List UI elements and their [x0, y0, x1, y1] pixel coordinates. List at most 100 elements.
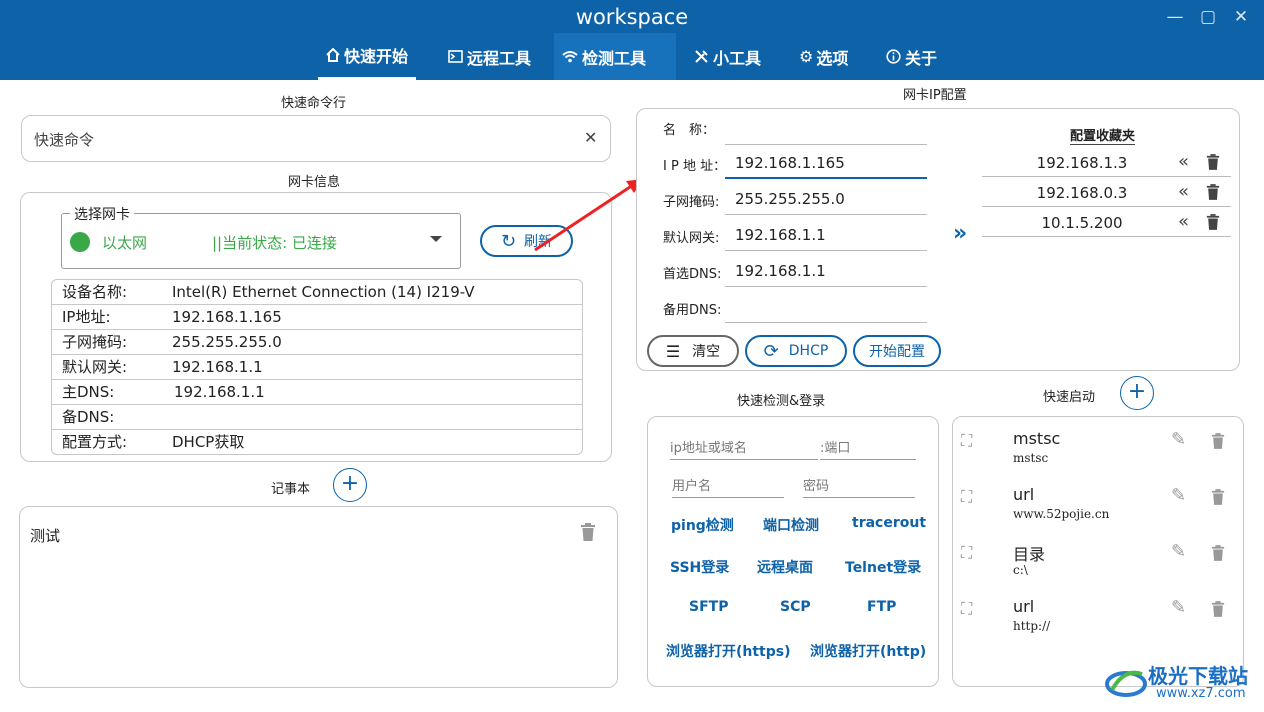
load-favorite-icon[interactable]: «	[1178, 178, 1189, 206]
trash-icon[interactable]	[1211, 433, 1225, 449]
expand-icon: ⛶	[961, 487, 973, 506]
field-label: 备用DNS:	[663, 303, 722, 318]
terminal-icon	[448, 50, 463, 63]
launch-path: c:\	[1013, 563, 1028, 577]
trash-icon[interactable]	[580, 523, 596, 541]
quick-check-title: 快速检测&登录	[737, 394, 826, 409]
field-label: 名 称：	[663, 123, 716, 138]
trash-icon[interactable]	[1206, 184, 1220, 200]
launch-name: url	[1013, 597, 1035, 616]
tab-options[interactable]: ⚙ 选项	[791, 33, 856, 80]
telnet-link[interactable]: Telnet登录	[845, 557, 921, 577]
subnet-mask-field[interactable]: 255.255.255.0	[725, 183, 927, 215]
port-input[interactable]: :端口	[820, 437, 916, 460]
favorite-item: 10.1.5.200 «	[982, 209, 1231, 237]
row-key: 配置方式:	[62, 433, 128, 451]
trash-icon[interactable]	[1206, 154, 1220, 170]
edit-icon[interactable]: ✎	[1171, 429, 1186, 450]
trash-icon[interactable]	[1211, 601, 1225, 617]
tab-label: 小工具	[713, 48, 762, 68]
primary-dns-field[interactable]: 192.168.1.1	[725, 255, 927, 287]
load-favorite-icon[interactable]: «	[1178, 208, 1189, 236]
quick-cmd-input[interactable]: 快速命令 ✕	[21, 115, 611, 162]
annotation-arrow-icon	[534, 179, 643, 252]
table-row: 主DNS: 192.168.1.1	[52, 380, 582, 405]
watermark-logo: 极光下载站 www.xz7.com	[1104, 658, 1256, 708]
note-text[interactable]: 测试	[30, 525, 60, 546]
add-note-button[interactable]: +	[333, 468, 367, 502]
apply-config-button[interactable]: 开始配置	[853, 335, 941, 367]
launch-name: mstsc	[1013, 429, 1061, 448]
app-title: workspace	[575, 5, 689, 29]
nic-info-table: 设备名称: Intel(R) Ethernet Connection (14) I…	[51, 279, 583, 455]
trash-icon[interactable]	[1211, 545, 1225, 561]
field-label: I P 地 址：	[663, 159, 727, 174]
launch-item[interactable]: ⛶ url www.52pojie.cn ✎	[953, 485, 1243, 541]
traceroute-link[interactable]: tracerout	[852, 515, 926, 531]
favorite-ip: 10.1.5.200	[1041, 214, 1123, 232]
launch-item[interactable]: ⛶ 目录 c:\ ✎	[953, 541, 1243, 597]
table-row: 备DNS:	[52, 405, 582, 430]
tab-about[interactable]: 关于	[878, 33, 945, 80]
ftp-link[interactable]: FTP	[867, 599, 896, 615]
clear-icon[interactable]: ✕	[584, 128, 597, 147]
edit-icon[interactable]: ✎	[1171, 597, 1186, 618]
launch-item[interactable]: ⛶ mstsc mstsc ✎	[953, 429, 1243, 485]
field-label: 首选DNS:	[663, 267, 722, 282]
tab-remote-tools[interactable]: 远程工具	[440, 33, 539, 80]
ip-config-title: 网卡IP配置	[903, 88, 967, 103]
launch-name: url	[1013, 485, 1035, 504]
title-bar: workspace — ▢ ✕ 快速开始 远程工具 检测工具 小工具 ⚙ 选项 …	[0, 0, 1264, 80]
edit-icon[interactable]: ✎	[1171, 541, 1186, 562]
quick-check-panel: ip地址或域名 :端口 用户名 密码 ping检测 端口检测 tracerout…	[647, 416, 939, 687]
row-key: 设备名称:	[62, 283, 128, 301]
trash-icon[interactable]	[1206, 214, 1220, 230]
password-input[interactable]: 密码	[803, 475, 915, 498]
nic-select[interactable]: 选择网卡 以太网 ||当前状态: 已连接	[61, 204, 461, 269]
tab-detect-tools[interactable]: 检测工具	[554, 33, 676, 80]
clear-button[interactable]: ☰ 清空	[647, 335, 739, 367]
add-launch-button[interactable]: +	[1120, 376, 1154, 410]
dhcp-button[interactable]: ⟳ DHCP	[745, 335, 847, 367]
table-row: 配置方式: DHCP获取	[52, 430, 582, 454]
ping-link[interactable]: ping检测	[671, 515, 734, 535]
add-favorite-button[interactable]: »	[953, 221, 967, 246]
launch-path: mstsc	[1013, 451, 1049, 465]
quick-cmd-placeholder: 快速命令	[34, 131, 95, 149]
row-key: 主DNS:	[62, 383, 115, 401]
maximize-button[interactable]: ▢	[1193, 4, 1223, 30]
gateway-field[interactable]: 192.168.1.1	[725, 219, 927, 251]
rdp-link[interactable]: 远程桌面	[757, 557, 813, 577]
minimize-button[interactable]: —	[1160, 4, 1190, 30]
ip-address-field[interactable]: 192.168.1.165	[725, 147, 927, 179]
edit-icon[interactable]: ✎	[1171, 485, 1186, 506]
ip-config-panel: 名 称： I P 地 址： 192.168.1.165 子网掩码: 255.25…	[636, 108, 1240, 371]
trash-icon[interactable]	[1211, 489, 1225, 505]
host-input[interactable]: ip地址或域名	[670, 437, 818, 460]
expand-icon: ⛶	[961, 543, 973, 562]
tab-quick-start[interactable]: 快速开始	[318, 33, 417, 80]
port-check-link[interactable]: 端口检测	[763, 515, 819, 535]
tab-small-tools[interactable]: 小工具	[686, 33, 769, 80]
row-value: 192.168.1.1	[172, 358, 263, 376]
browser-http-link[interactable]: 浏览器打开(http)	[810, 641, 926, 661]
close-button[interactable]: ✕	[1226, 4, 1256, 30]
launch-item[interactable]: ⛶ url http:// ✎	[953, 597, 1243, 653]
browser-https-link[interactable]: 浏览器打开(https)	[666, 641, 791, 661]
launch-path: http://	[1013, 619, 1051, 633]
row-key: 默认网关:	[62, 358, 128, 376]
ssh-link[interactable]: SSH登录	[670, 557, 729, 577]
notes-title: 记事本	[271, 482, 311, 497]
tab-label: 快速开始	[344, 47, 409, 66]
chevron-down-icon[interactable]	[430, 236, 442, 242]
nic-select-legend: 选择网卡	[70, 204, 134, 224]
nic-info-title: 网卡信息	[288, 175, 341, 190]
clear-label: 清空	[692, 344, 721, 360]
load-favorite-icon[interactable]: «	[1178, 148, 1189, 176]
scp-link[interactable]: SCP	[780, 599, 811, 615]
sftp-link[interactable]: SFTP	[689, 599, 728, 615]
favorites-title: 配置收藏夹	[1070, 125, 1136, 145]
name-field[interactable]	[725, 113, 927, 145]
username-input[interactable]: 用户名	[672, 475, 784, 498]
secondary-dns-field[interactable]	[725, 291, 927, 323]
